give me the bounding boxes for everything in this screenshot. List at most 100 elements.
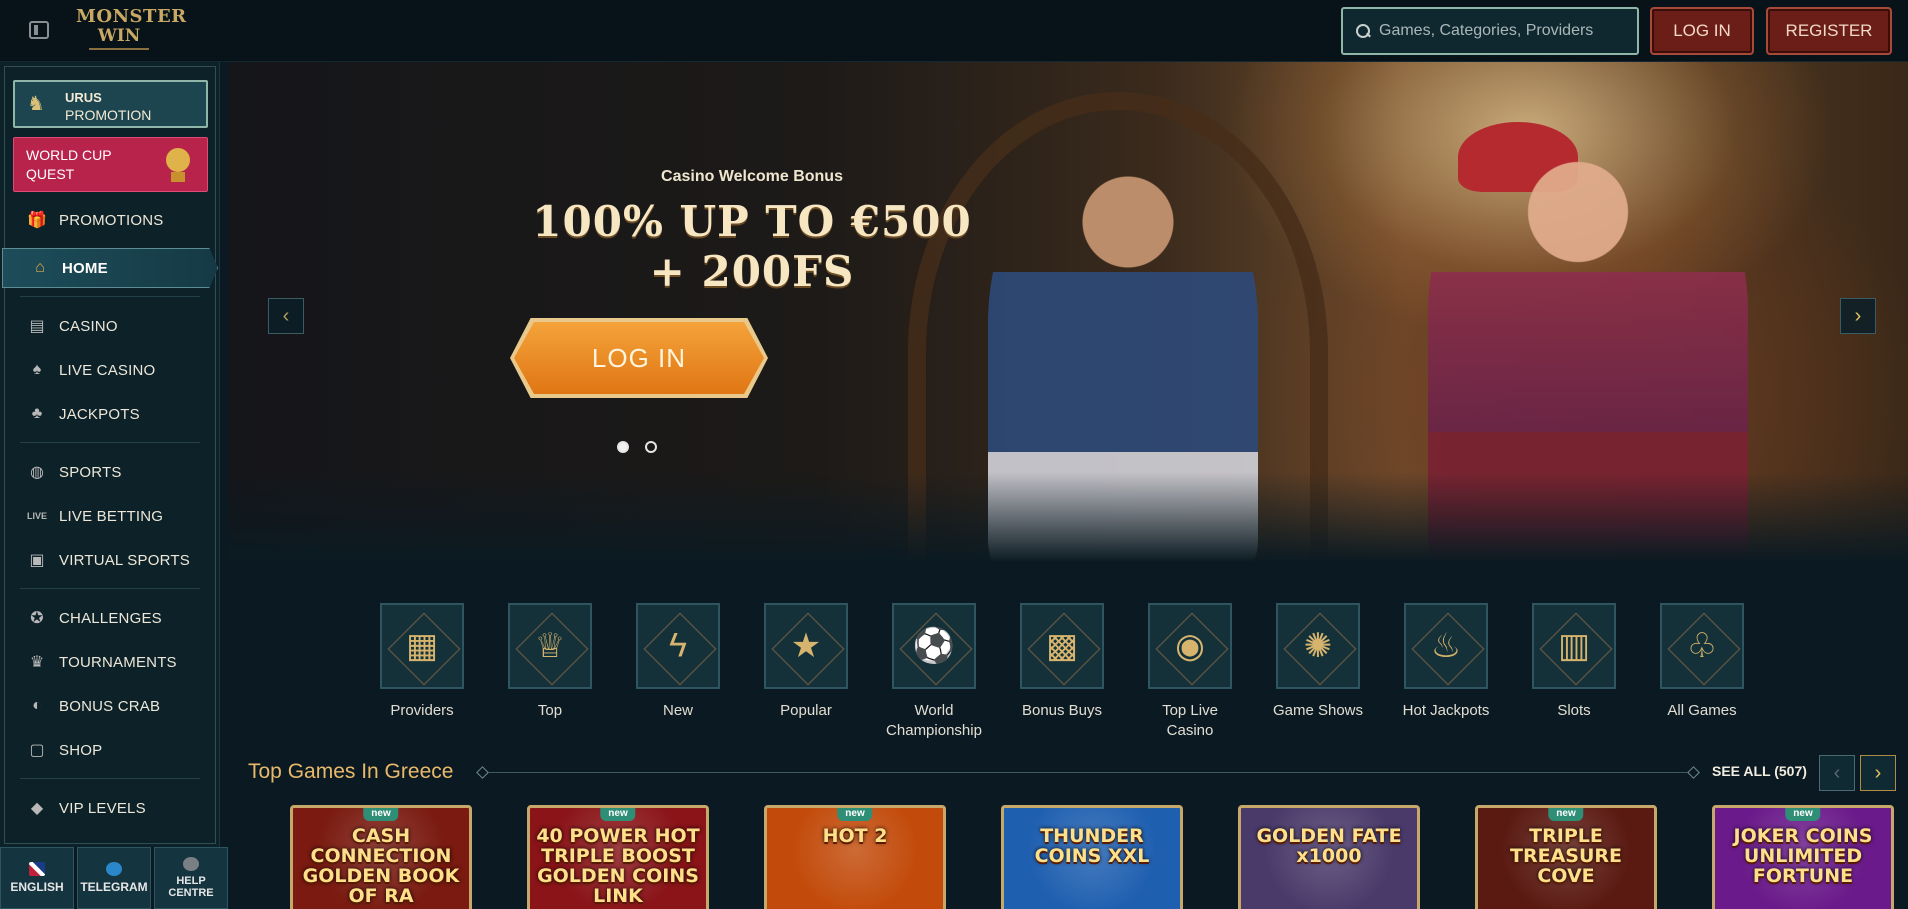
flame-icon: ♨ (1430, 627, 1462, 665)
game-tile[interactable]: TRIPLE TREASURE COVE new (1475, 805, 1657, 909)
chip-icon: ◉ (1175, 627, 1205, 665)
live-icon: LIVE (27, 511, 48, 521)
sidebar-item-label: LIVE BETTING (59, 507, 164, 525)
sidebar-item-tournaments[interactable]: ♛ TOURNAMENTS (0, 644, 220, 680)
game-tile[interactable]: 40 POWER HOT TRIPLE BOOST GOLDEN COINS L… (527, 805, 709, 909)
slot-machine-icon: ▤ (29, 318, 45, 335)
sidebar-item-label: PROMOTIONS (59, 211, 164, 229)
site-logo[interactable]: MONSTER WIN (76, 8, 186, 54)
crab-icon: ◐ (32, 697, 42, 714)
sidebar-toggle-icon[interactable] (29, 21, 49, 39)
home-icon: ⌂ (35, 259, 45, 276)
category-label: Providers (390, 702, 454, 719)
logo-underline (89, 48, 149, 50)
sidebar-item-label: SHOP (59, 741, 103, 759)
category-label: New (662, 702, 693, 719)
telegram-label: TELEGRAM (80, 880, 148, 894)
hero-prev-button[interactable]: ‹ (268, 298, 304, 334)
category-label: Game Shows (1272, 702, 1364, 719)
sidebar-item-label: VIP LEVELS (59, 799, 146, 817)
sidebar-item-bonus-crab[interactable]: ◐ BONUS CRAB (0, 688, 220, 724)
category-popular[interactable]: ★ Popular (754, 603, 858, 721)
top-games-carousel: CASH CONNECTION GOLDEN BOOK OF RA new 40 P… (290, 805, 1908, 909)
sidebar-item-promotions[interactable]: 🎁 PROMOTIONS (0, 202, 220, 238)
football-icon: ⚽ (912, 627, 956, 665)
sidebar-item-challenges[interactable]: ✪ CHALLENGES (0, 600, 220, 636)
category-label: All Games (1667, 702, 1737, 719)
ball-icon: ◍ (30, 464, 44, 481)
game-tile[interactable]: HOT 2 new (764, 805, 946, 909)
category-bonus-buys[interactable]: ▩ Bonus Buys (1010, 603, 1114, 721)
top-games-title: Top Games In Greece (248, 760, 454, 783)
urus-promotion-card[interactable]: ♞ URUS PROMOTION (13, 80, 208, 128)
carousel-dot-1[interactable] (617, 441, 629, 453)
sidebar-item-label: CASINO (59, 317, 118, 335)
diamond-icon: ◆ (30, 800, 44, 817)
category-top[interactable]: ♕ Top (498, 603, 602, 721)
trophy-icon (162, 146, 194, 184)
category-label: Popular (780, 702, 832, 719)
search-box[interactable] (1341, 7, 1639, 55)
help-centre-button[interactable]: HELP CENTRE (154, 847, 228, 909)
flag-uk-icon (29, 862, 45, 876)
sidebar-item-label: TOURNAMENTS (59, 653, 177, 671)
game-title: HOT 2 (822, 825, 888, 847)
sidebar-item-shop[interactable]: ▢ SHOP (0, 732, 220, 768)
game-tile[interactable]: JOKER COINS UNLIMITED FORTUNE new (1712, 805, 1894, 909)
sidebar-item-label: JACKPOTS (59, 405, 140, 423)
category-row: ▦ Providers ♕ Top ϟ New ★ Popular ⚽ Worl… (370, 603, 1770, 753)
clover-icon: ♣ (31, 405, 43, 422)
telegram-button[interactable]: TELEGRAM (77, 847, 151, 909)
help-centre-label: HELP CENTRE (168, 875, 214, 899)
register-button[interactable]: REGISTER (1766, 7, 1892, 55)
category-hot-jackpots[interactable]: ♨ Hot Jackpots (1394, 603, 1498, 721)
hero-login-button[interactable]: LOG IN (514, 322, 764, 394)
sidebar-item-live-casino[interactable]: ♠ LIVE CASINO (0, 352, 220, 388)
sidebar-item-vip-levels[interactable]: ◆ VIP LEVELS (0, 790, 220, 826)
sidebar-item-label: SPORTS (59, 463, 122, 481)
hero-banner: Casino Welcome Bonus 100% UP TO €500 + 2… (228, 62, 1908, 562)
game-tile[interactable]: THUNDER COINS XXL (1001, 805, 1183, 909)
game-title: THUNDER COINS XXL (1034, 825, 1150, 867)
carousel-dot-2[interactable] (645, 441, 657, 453)
book-icon: ▦ (405, 627, 439, 665)
sidebar-item-casino[interactable]: ▤ CASINO (0, 308, 220, 344)
category-new[interactable]: ϟ New (626, 603, 730, 721)
category-providers[interactable]: ▦ Providers (370, 603, 474, 721)
category-label: Slots (1557, 702, 1591, 719)
category-slots[interactable]: ▥ Slots (1522, 603, 1626, 721)
see-all-link[interactable]: SEE ALL (507) (1712, 763, 1807, 779)
games-next-button[interactable]: › (1860, 755, 1896, 791)
hero-next-button[interactable]: › (1840, 298, 1876, 334)
section-divider (482, 772, 1694, 773)
sidebar-item-home[interactable]: ⌂ HOME (2, 248, 218, 288)
sidebar-footer: ENGLISH TELEGRAM HELP CENTRE (0, 847, 228, 909)
search-input[interactable] (1379, 22, 1637, 40)
sidebar-item-live-betting[interactable]: LIVE LIVE BETTING (0, 498, 220, 534)
shop-icon: ▢ (29, 742, 45, 759)
category-top-live-casino[interactable]: ◉ Top Live Casino (1138, 603, 1242, 741)
world-cup-quest-card[interactable]: WORLD CUP QUEST (13, 137, 208, 192)
sidebar-item-label: CHALLENGES (59, 609, 162, 627)
sidebar-item-label: LIVE CASINO (59, 361, 156, 379)
game-title: GOLDEN FATE x1000 (1256, 825, 1402, 867)
trophy-icon: ♛ (29, 654, 45, 671)
sidebar-item-label: BONUS CRAB (59, 697, 161, 715)
login-button[interactable]: LOG IN (1650, 7, 1754, 55)
sidebar-item-sports[interactable]: ◍ SPORTS (0, 454, 220, 490)
category-game-shows[interactable]: ✺ Game Shows (1266, 603, 1370, 721)
game-tile[interactable]: GOLDEN FATE x1000 (1238, 805, 1420, 909)
games-prev-button[interactable]: ‹ (1819, 755, 1855, 791)
game-tile[interactable]: CASH CONNECTION GOLDEN BOOK OF RA new (290, 805, 472, 909)
divider (20, 588, 200, 589)
star-icon: ★ (790, 627, 822, 665)
language-button[interactable]: ENGLISH (0, 847, 74, 909)
sidebar-item-jackpots[interactable]: ♣ JACKPOTS (0, 396, 220, 432)
new-badge: new (363, 808, 399, 821)
sidebar-item-virtual-sports[interactable]: ▣ VIRTUAL SPORTS (0, 542, 220, 578)
challenge-icon: ✪ (30, 610, 44, 627)
cards-icon: ♠ (32, 361, 42, 378)
category-world-championship[interactable]: ⚽ World Championship (882, 603, 986, 741)
world-cup-quest-label: WORLD CUP QUEST (26, 147, 112, 182)
category-all-games[interactable]: ♧ All Games (1650, 603, 1754, 721)
